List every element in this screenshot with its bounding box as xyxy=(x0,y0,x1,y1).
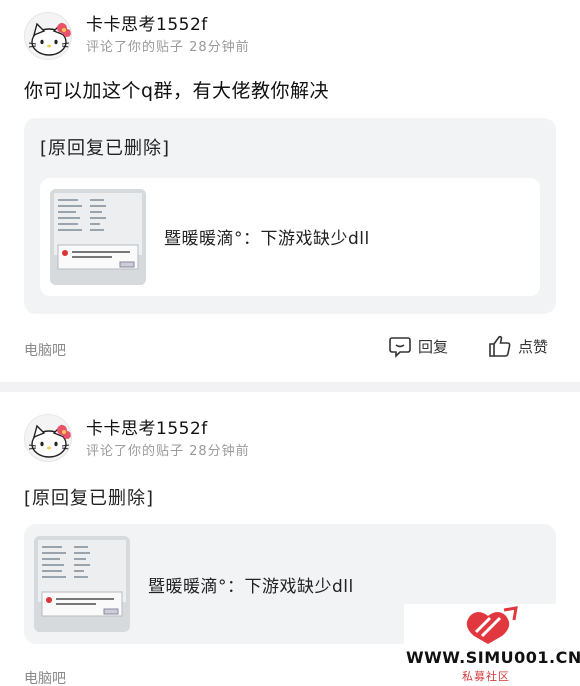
username[interactable]: 卡卡思考1552f xyxy=(86,414,208,439)
post-preview[interactable]: 暨暖暖滴°：下游戏缺少dll xyxy=(40,178,540,296)
like-label: 点赞 xyxy=(518,337,549,356)
post-title[interactable]: 暨暖暖滴°：下游戏缺少dll xyxy=(148,572,354,597)
reply-content[interactable]: 你可以加这个q群，有大佬教你解决 xyxy=(24,76,329,103)
forum-name[interactable]: 电脑吧 xyxy=(24,340,66,360)
thumbs-up-icon xyxy=(489,335,511,357)
reply-button[interactable]: 回复 xyxy=(388,334,448,358)
post-thumbnail xyxy=(50,189,146,285)
post-thumbnail xyxy=(34,536,130,632)
site-watermark: WWW.SIMU001.CN 私募社区 xyxy=(404,604,580,686)
reply-bubble-icon xyxy=(389,337,411,358)
avatar[interactable] xyxy=(24,414,72,462)
deleted-reply-label: [原回复已删除] xyxy=(40,138,171,159)
notification-meta: 评论了你的贴子 28分钟前 xyxy=(86,444,250,459)
quoted-reply[interactable]: [原回复已删除] 暨暖暖滴°：下游戏缺少dll xyxy=(24,118,556,314)
post-title[interactable]: 暨暖暖滴°：下游戏缺少dll xyxy=(164,224,370,249)
like-button[interactable]: 点赞 xyxy=(488,334,548,358)
avatar[interactable] xyxy=(24,12,72,60)
forum-name[interactable]: 电脑吧 xyxy=(24,668,66,686)
deleted-reply-label: [原回复已删除] xyxy=(24,488,155,509)
watermark-subtext: 私募社区 xyxy=(462,670,510,683)
watermark-text: WWW.SIMU001.CN xyxy=(406,648,580,667)
hello-kitty-avatar xyxy=(28,424,71,458)
hello-kitty-avatar xyxy=(28,22,71,56)
username[interactable]: 卡卡思考1552f xyxy=(86,10,208,35)
simu-logo-icon xyxy=(466,606,518,644)
notification-card[interactable]: 卡卡思考1552f 评论了你的贴子 28分钟前 你可以加这个q群，有大佬教你解决… xyxy=(0,0,580,382)
notification-meta: 评论了你的贴子 28分钟前 xyxy=(86,40,250,55)
reply-label: 回复 xyxy=(418,337,449,356)
